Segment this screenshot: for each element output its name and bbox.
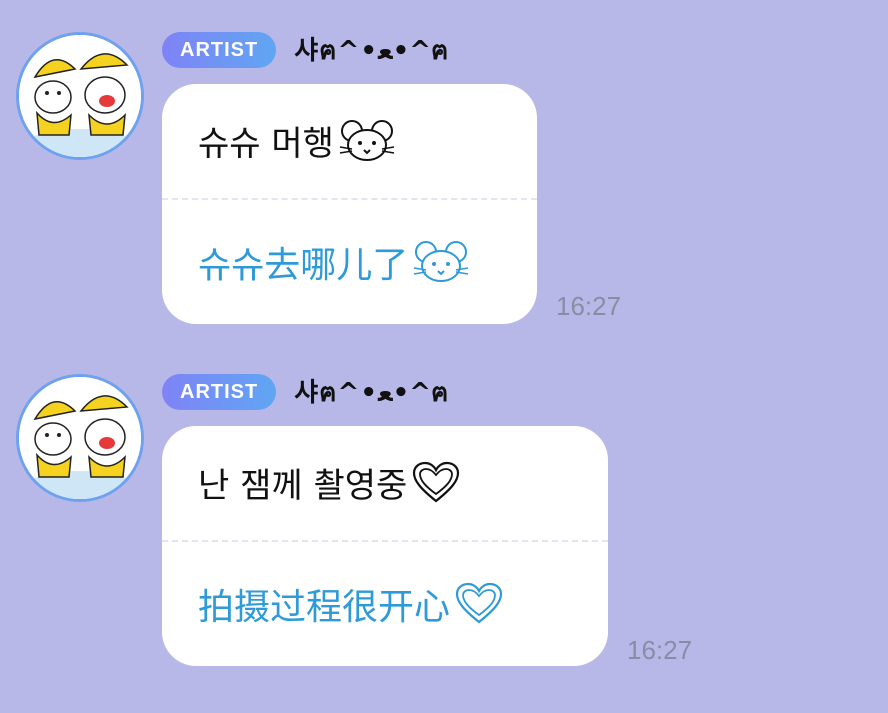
message-header: ARTIST 샤ฅ^•ﻌ•^ฅ [162,32,449,68]
korean-text: 난 잼께 촬영중 [198,466,408,506]
mouse-face-icon [412,240,470,284]
message-bubble[interactable]: 난 잼께 촬영중 拍摄过程很开心 [162,426,608,666]
message-text-translation: 拍摄过程很开心 [198,578,504,630]
translation-divider [162,198,537,200]
artist-badge: ARTIST [162,374,277,410]
sender-name[interactable]: 샤ฅ^•ﻌ•^ฅ [294,30,449,71]
sender-name[interactable]: 샤ฅ^•ﻌ•^ฅ [294,372,449,413]
heart-outline-icon [411,461,461,505]
message-header: ARTIST 샤ฅ^•ﻌ•^ฅ [162,374,449,410]
message-text-translation: 슈슈去哪儿了 [198,236,470,288]
message-text-korean: 슈슈 머행 [198,116,396,165]
avatar[interactable] [16,374,144,502]
translation-divider [162,540,608,542]
translation-text: 拍摄过程很开心 [198,587,451,628]
message-timestamp: 16:27 [627,635,693,665]
message-bubble[interactable]: 슈슈 머행 슈슈去哪儿了 [162,84,537,324]
avatar[interactable] [16,32,144,160]
message-text-korean: 난 잼께 촬영중 [198,458,461,507]
artist-badge: ARTIST [162,32,277,68]
heart-outline-icon [454,582,504,626]
korean-text: 슈슈 머행 [198,124,334,164]
message-timestamp: 16:27 [556,291,622,321]
translation-text: 슈슈去哪儿了 [198,245,409,286]
mouse-face-icon [338,119,396,163]
